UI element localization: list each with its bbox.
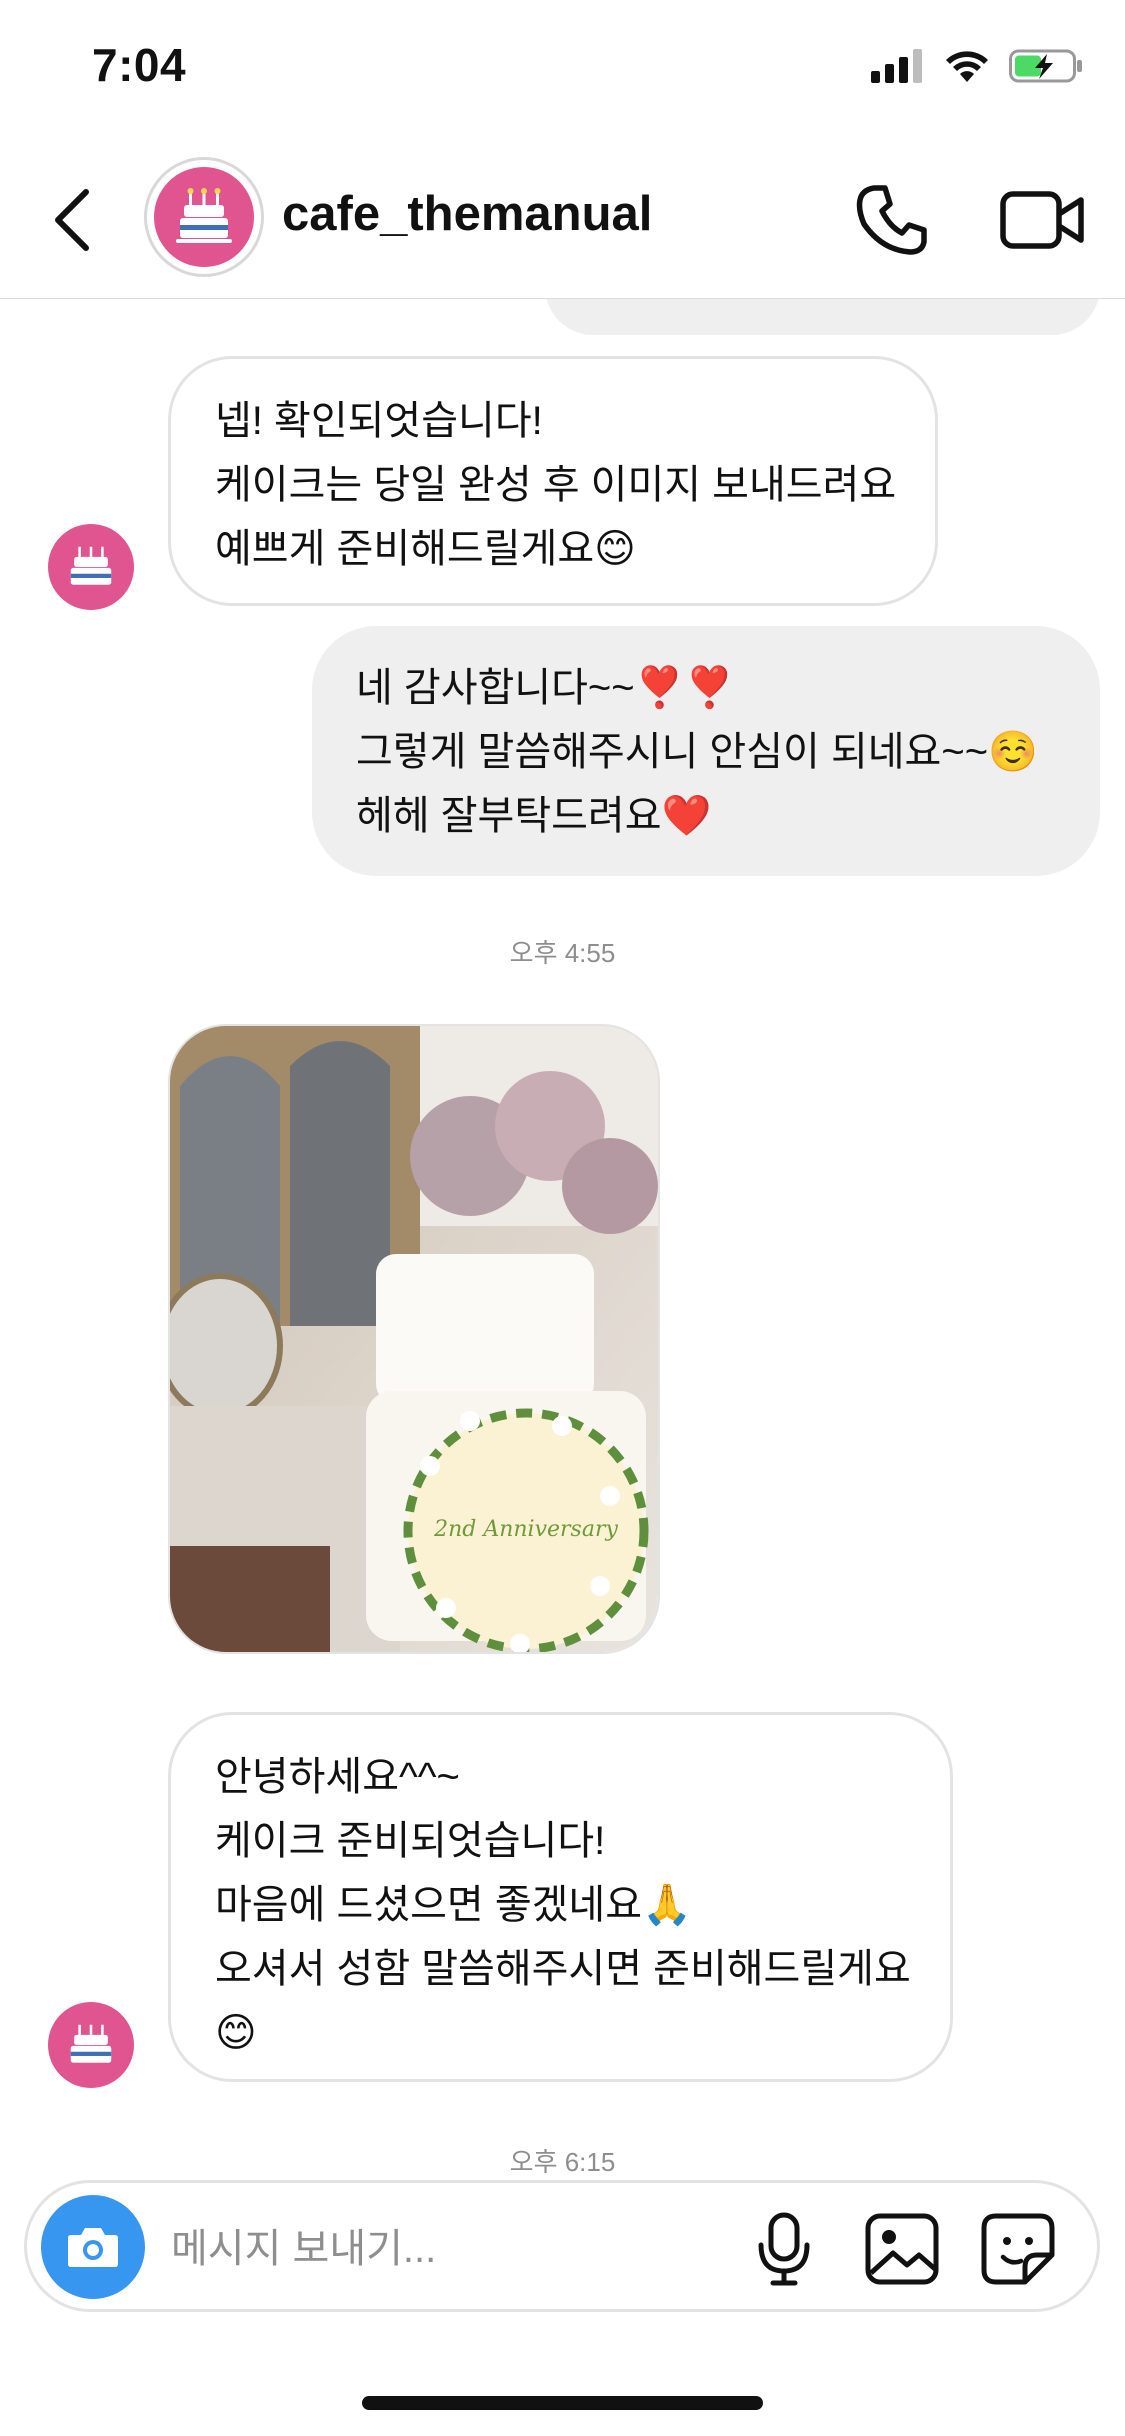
sticker-button[interactable] [979, 2211, 1057, 2287]
message-line: 예쁘게 준비해드릴게요 [215, 527, 595, 571]
video-camera-icon [1000, 191, 1084, 249]
folded-hands-emoji: 🙏 [642, 1882, 692, 1928]
status-icons [871, 48, 1085, 84]
camera-button[interactable] [41, 2195, 145, 2299]
sender-avatar[interactable] [48, 2002, 134, 2088]
outgoing-message-bubble[interactable]: 네 감사합니다~~❣️❣️ 그렇게 말씀해주시니 안심이 되네요~~☺️ 헤헤 … [312, 626, 1100, 876]
previous-outgoing-bubble [545, 299, 1100, 335]
home-indicator[interactable] [362, 2396, 763, 2410]
message-line: 그렇게 말씀해주시니 안심이 되네요~~ [356, 730, 989, 774]
audio-call-button[interactable] [852, 180, 932, 260]
smiling-emoji: 😊 [215, 2010, 257, 2056]
back-button[interactable] [44, 180, 104, 260]
message-composer [24, 2180, 1100, 2312]
camera-icon [68, 2228, 118, 2267]
shared-photo[interactable]: 2nd Anniversary [168, 1024, 660, 1654]
message-line: 케이크는 당일 완성 후 이미지 보내드려요 [215, 463, 897, 507]
message-input[interactable] [169, 2213, 733, 2285]
incoming-message-bubble[interactable]: 넵! 확인되엇습니다! 케이크는 당일 완성 후 이미지 보내드려요 예쁘게 준… [168, 356, 938, 606]
message-timestamp: 오후 4:55 [509, 938, 616, 968]
cake-photo-image: 2nd Anniversary [170, 1026, 658, 1652]
message-line: 케이크 준비되엇습니다! [215, 1819, 606, 1863]
sender-avatar[interactable] [48, 524, 134, 610]
microphone-icon [758, 2212, 810, 2286]
message-line: 넵! 확인되엇습니다! [215, 399, 543, 443]
chevron-left-icon [55, 189, 89, 251]
cake-logo-icon [154, 167, 254, 267]
cake-inscription: 2nd Anniversary [433, 1517, 618, 1542]
incoming-message-bubble[interactable]: 안녕하세요^^~ 케이크 준비되엇습니다! 마음에 드셨으면 좋겠네요🙏 오셔서… [168, 1712, 953, 2082]
sticker-icon [981, 2213, 1055, 2285]
video-call-button[interactable] [998, 180, 1088, 260]
status-time: 7:04 [92, 39, 187, 91]
status-bar: 7:04 [0, 0, 1125, 140]
message-thread[interactable]: 넵! 확인되엇습니다! 케이크는 당일 완성 후 이미지 보내드려요 예쁘게 준… [0, 299, 1125, 2179]
battery-charging-icon [1009, 49, 1082, 83]
wifi-icon [946, 51, 988, 82]
message-line: 마음에 드셨으면 좋겠네요 [215, 1883, 643, 1927]
profile-avatar[interactable] [144, 157, 264, 277]
voice-message-button[interactable] [749, 2209, 819, 2289]
message-line: 헤헤 잘부탁드려요 [356, 794, 662, 838]
gallery-button[interactable] [863, 2211, 941, 2287]
cake-logo-icon [70, 2024, 112, 2063]
phone-icon [856, 185, 927, 255]
message-line: 네 감사합니다~~ [356, 666, 635, 710]
chat-header: cafe_themanual [0, 140, 1125, 299]
message-line: 안녕하세요^^~ [215, 1755, 460, 1799]
message-timestamp: 오후 6:15 [509, 2147, 616, 2177]
image-gallery-icon [865, 2213, 939, 2285]
cellular-signal-icon [871, 49, 922, 83]
conversation-username[interactable]: cafe_themanual [282, 186, 652, 242]
heart-exclamation-emoji: ❣️❣️ [634, 665, 735, 711]
smiling-emoji: ☺️ [988, 729, 1038, 775]
cake-logo-icon [70, 546, 112, 585]
smiling-emoji: 😊 [594, 526, 636, 572]
message-line: 오셔서 성함 말씀해주시면 준비해드릴게요 [215, 1947, 911, 1991]
red-heart-emoji: ❤️ [661, 793, 712, 839]
